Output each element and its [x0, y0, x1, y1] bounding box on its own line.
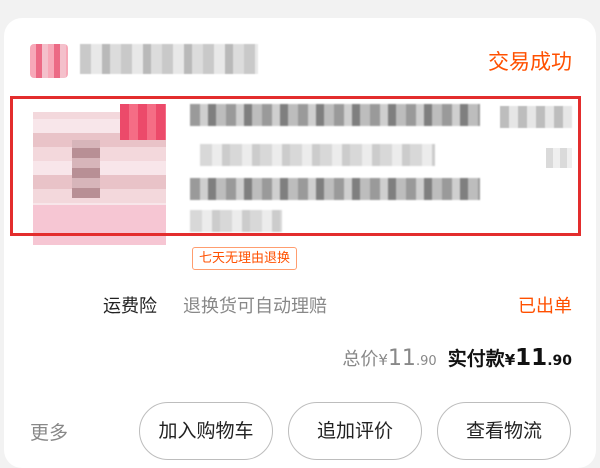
total-price-integer: 11 [387, 346, 416, 371]
item-highlight-box [10, 96, 581, 236]
insurance-description: 退换货可自动理赔 [183, 296, 327, 317]
insurance-status: 已出单 [518, 296, 572, 317]
view-logistics-button[interactable]: 查看物流 [437, 402, 571, 460]
service-tag: 七天无理由退换 [192, 247, 298, 270]
order-status: 交易成功 [488, 50, 572, 74]
paid-amount-label: 实付款 [447, 348, 505, 370]
add-to-cart-button[interactable]: 加入购物车 [139, 402, 273, 460]
insurance-label: 运费险 [103, 296, 157, 317]
total-price-label: 总价 [342, 349, 379, 370]
paid-amount-currency: ¥ [504, 351, 516, 369]
more-actions-link[interactable]: 更多 [30, 418, 68, 445]
shop-logo-icon[interactable] [30, 44, 68, 78]
shop-name-redacted[interactable] [80, 44, 258, 74]
total-price-currency: ¥ [378, 351, 388, 369]
paid-amount-integer: 11 [515, 345, 548, 371]
order-totals: 总价¥11.90 实付款¥11.90 [342, 344, 572, 371]
add-review-button[interactable]: 追加评价 [288, 402, 422, 460]
total-price-decimal: .90 [415, 354, 437, 369]
paid-amount-decimal: .90 [547, 353, 572, 369]
